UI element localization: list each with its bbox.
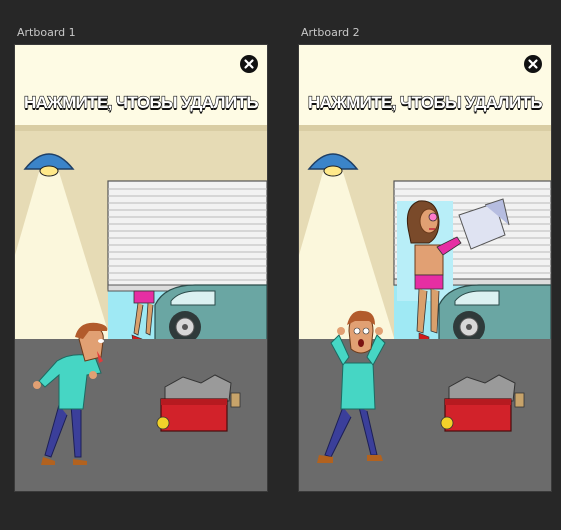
garage-floor [299,339,551,491]
close-icon [528,59,538,69]
artboard-2-label[interactable]: Artboard 2 [301,26,360,39]
scene-illustration [299,125,551,491]
artboard-1-label[interactable]: Artboard 1 [17,26,76,39]
tap-to-remove-text: НАЖМИТЕ, ЧТОБЫ УДАЛИТЬ [307,92,543,112]
banner: НАЖМИТЕ, ЧТОБЫ УДАЛИТЬ [299,45,551,125]
tap-to-remove-text: НАЖМИТЕ, ЧТОБЫ УДАЛИТЬ [23,92,259,112]
close-icon [244,59,254,69]
car [154,284,267,343]
garage-shutter [107,180,267,292]
scene-illustration [15,125,267,491]
garage-scene[interactable] [299,125,551,491]
artboard-1[interactable]: НАЖМИТЕ, ЧТОБЫ УДАЛИТЬ [14,44,268,492]
design-canvas: Artboard 1 НАЖМИТЕ, ЧТОБЫ УДАЛИТЬ Artboa… [0,0,561,530]
close-button[interactable] [240,55,258,73]
close-button[interactable] [524,55,542,73]
garage-scene[interactable] [15,125,267,491]
car [438,284,551,343]
artboard-2[interactable]: НАЖМИТЕ, ЧТОБЫ УДАЛИТЬ [298,44,552,492]
banner: НАЖМИТЕ, ЧТОБЫ УДАЛИТЬ [15,45,267,125]
garage-floor [15,339,267,491]
